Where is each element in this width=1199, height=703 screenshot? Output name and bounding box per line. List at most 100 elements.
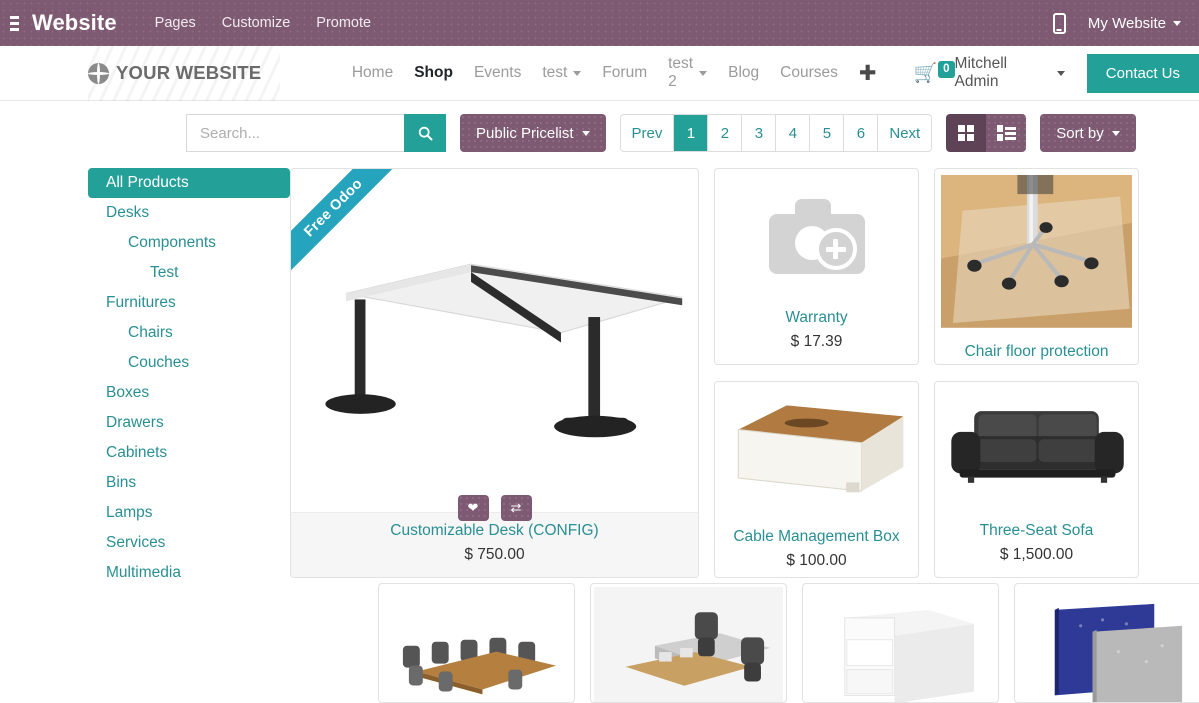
- product-name[interactable]: Cable Management Box: [721, 528, 912, 546]
- product-price: $ 100.00: [786, 551, 847, 569]
- sidebar-item-chairs[interactable]: Chairs: [88, 318, 290, 348]
- product-image-workstation: [591, 584, 786, 702]
- product-card-white-drawer-cabinet[interactable]: [802, 583, 999, 703]
- product-name[interactable]: Chair floor protection: [941, 343, 1132, 361]
- product-image-corner-desk: [291, 169, 698, 512]
- grid-view-icon[interactable]: [946, 114, 987, 152]
- product-image-placeholder: [715, 169, 918, 300]
- nav-item-events[interactable]: Events: [474, 64, 521, 82]
- shop-toolbar: Public Pricelist Prev 1 2 3 4 5 6 Next S…: [0, 101, 1199, 152]
- mobile-preview-icon[interactable]: [1052, 12, 1066, 34]
- apps-grid-icon[interactable]: [0, 0, 26, 46]
- product-card-office-workstation[interactable]: [590, 583, 787, 703]
- menu-item-customize[interactable]: Customize: [222, 15, 291, 31]
- pricelist-dropdown-button[interactable]: Public Pricelist: [460, 114, 606, 152]
- pricelist-label: Public Pricelist: [476, 124, 574, 142]
- nav-item-home[interactable]: Home: [352, 64, 393, 82]
- chevron-down-icon: [1111, 130, 1120, 136]
- sidebar-item-bins[interactable]: Bins: [88, 468, 290, 498]
- magnifier-icon: [418, 126, 432, 140]
- main-navigation: Home Shop Events test Forum test 2 Blog …: [352, 55, 955, 91]
- website-selector-label: My Website: [1087, 14, 1166, 32]
- sort-by-dropdown-button[interactable]: Sort by: [1040, 114, 1136, 152]
- compare-icon[interactable]: ⇄: [500, 495, 532, 521]
- nav-item-blog[interactable]: Blog: [728, 64, 759, 82]
- pager-page-2[interactable]: 2: [708, 115, 743, 151]
- product-image-cable-box: [715, 382, 918, 519]
- sidebar-item-drawers[interactable]: Drawers: [88, 408, 290, 438]
- site-logo-text: YOUR WEBSITE: [116, 62, 262, 83]
- pager-page-5[interactable]: 5: [810, 115, 845, 151]
- pager-page-6[interactable]: 6: [844, 115, 879, 151]
- pager-prev[interactable]: Prev: [620, 115, 675, 151]
- sidebar-item-desks[interactable]: Desks: [88, 198, 290, 228]
- search-submit-button[interactable]: [404, 114, 446, 152]
- product-card-warranty[interactable]: Warranty $ 17.39: [714, 168, 919, 365]
- product-price: $ 1,500.00: [999, 545, 1074, 563]
- cart-button[interactable]: 🛒 0: [913, 60, 955, 84]
- product-card-cable-management-box[interactable]: Cable Management Box $ 100.00 Sold out: [714, 380, 919, 578]
- menu-item-promote[interactable]: Promote: [316, 15, 371, 31]
- view-mode-toggle: [946, 114, 1027, 152]
- product-info: Customizable Desk (CONFIG) $ 750.00: [291, 512, 698, 577]
- website-selector[interactable]: My Website: [1088, 15, 1181, 32]
- sidebar-item-multimedia[interactable]: Multimedia: [88, 558, 290, 588]
- nav-label: Events: [473, 64, 522, 81]
- nav-item-test[interactable]: test: [542, 64, 582, 82]
- sidebar-item-cabinets[interactable]: Cabinets: [88, 438, 290, 468]
- product-hover-actions: ❤ ⇄: [457, 495, 532, 521]
- menu-item-pages[interactable]: Pages: [155, 15, 196, 31]
- product-image-sofa: [935, 382, 1138, 513]
- pager-next[interactable]: Next: [878, 115, 932, 151]
- nav-label: Shop: [414, 64, 453, 81]
- user-menu[interactable]: Mitchell Admin: [955, 55, 1065, 91]
- nav-item-shop[interactable]: Shop: [414, 64, 453, 82]
- product-info: Cable Management Box $ 100.00 Sold out: [715, 519, 918, 577]
- sidebar-item-couches[interactable]: Couches: [88, 348, 290, 378]
- product-card-chair-floor-protection[interactable]: Chair floor protection $ 10.43: [934, 168, 1139, 365]
- heart-icon[interactable]: ❤: [457, 495, 489, 521]
- product-name[interactable]: Warranty: [721, 309, 912, 327]
- site-logo[interactable]: YOUR WEBSITE: [88, 45, 280, 101]
- odoo-topbar-right: My Website: [1052, 12, 1199, 34]
- product-info: Chair floor protection $ 10.43: [935, 334, 1138, 364]
- contact-us-button[interactable]: Contact Us: [1086, 53, 1199, 93]
- nav-item-courses[interactable]: Courses: [780, 64, 838, 82]
- sidebar-item-components[interactable]: Components: [88, 228, 290, 258]
- nav-item-test-2[interactable]: test 2: [668, 55, 708, 91]
- list-view-icon[interactable]: [986, 114, 1027, 152]
- sidebar-item-test[interactable]: Test: [88, 258, 290, 288]
- product-name[interactable]: Three-Seat Sofa: [941, 522, 1132, 540]
- product-price: $ 17.39: [790, 333, 843, 350]
- sidebar-item-furnitures[interactable]: Furnitures: [88, 288, 290, 318]
- pager-page-1[interactable]: 1: [674, 115, 709, 151]
- product-card-conference-table[interactable]: [378, 583, 575, 703]
- product-name[interactable]: Customizable Desk (CONFIG): [297, 522, 692, 540]
- pager-page-4[interactable]: 4: [776, 115, 811, 151]
- product-info: Three-Seat Sofa $ 1,500.00: [935, 513, 1138, 577]
- shopping-cart-icon: 🛒: [913, 62, 938, 84]
- nav-label: Forum: [602, 64, 648, 81]
- search-input[interactable]: [186, 114, 404, 152]
- sidebar-item-all-products[interactable]: All Products: [88, 168, 290, 198]
- product-image-conference-table: [379, 584, 574, 702]
- cart-count-badge: 0: [938, 60, 955, 79]
- plus-icon[interactable]: ✚: [859, 63, 877, 84]
- pager-page-3[interactable]: 3: [742, 115, 777, 151]
- pagination: Prev 1 2 3 4 5 6 Next: [619, 114, 933, 152]
- product-card-three-seat-sofa[interactable]: Three-Seat Sofa $ 1,500.00: [934, 380, 1139, 578]
- product-image-panels: [1015, 584, 1199, 702]
- odoo-app-brand: Website: [32, 10, 117, 35]
- nav-item-forum[interactable]: Forum: [602, 64, 647, 82]
- nav-label: Courses: [780, 64, 838, 81]
- product-info: Warranty $ 17.39: [715, 300, 918, 364]
- product-card-customizable-desk[interactable]: Free Odoo ❤ ⇄ Customizable Desk (CONFIG)…: [290, 168, 699, 578]
- chevron-down-icon: [1173, 20, 1181, 26]
- sidebar-item-services[interactable]: Services: [88, 528, 290, 558]
- sort-by-label: Sort by: [1056, 124, 1104, 142]
- product-grid-next-row: [378, 583, 1199, 703]
- product-card-acoustic-panels[interactable]: [1014, 583, 1199, 703]
- product-image-floor-mat: [935, 169, 1138, 334]
- sidebar-item-lamps[interactable]: Lamps: [88, 498, 290, 528]
- sidebar-item-boxes[interactable]: Boxes: [88, 378, 290, 408]
